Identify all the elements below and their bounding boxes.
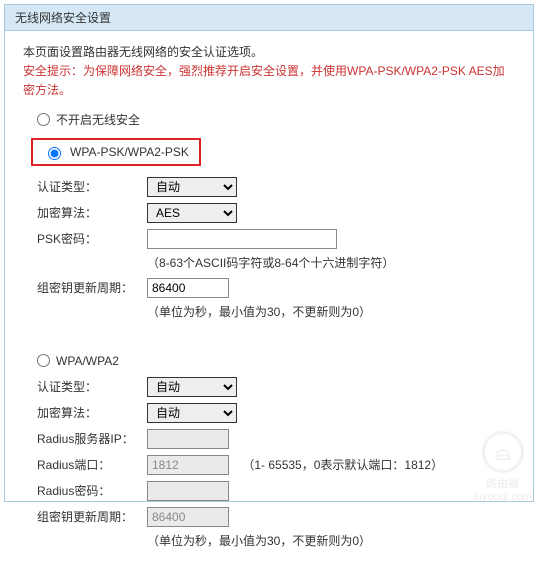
wpa-encrypt-select[interactable]: 自动 [147, 403, 237, 423]
wpa-encrypt-label: 加密算法： [37, 404, 147, 421]
radius-port-label: Radius端口： [37, 456, 147, 473]
psk-password-row: PSK密码： [37, 228, 515, 250]
radius-port-row: Radius端口： （1- 65535，0表示默认端口：1812） [37, 454, 515, 476]
radius-pwd-label: Radius密码： [37, 482, 147, 499]
radio-wpa-label: WPA/WPA2 [56, 354, 119, 368]
panel-title: 无线网络安全设置 [5, 5, 533, 31]
wpa-auth-row: 认证类型： 自动 [37, 376, 515, 398]
panel: 无线网络安全设置 本页面设置路由器无线网络的安全认证选项。 安全提示：为保障网络… [4, 4, 534, 502]
wpa-auth-select[interactable]: 自动 [147, 377, 237, 397]
psk-auth-label: 认证类型： [37, 178, 147, 195]
radio-wpa-psk-label: WPA-PSK/WPA2-PSK [70, 145, 189, 159]
psk-auth-select[interactable]: 自动 [147, 177, 237, 197]
radio-wpa-psk[interactable] [48, 147, 61, 160]
psk-encrypt-row: 加密算法： AES [37, 202, 515, 224]
radius-port-hint: （1- 65535，0表示默认端口：1812） [242, 458, 443, 472]
wpa-groupkey-row: 组密钥更新周期： [37, 506, 515, 528]
wpa-groupkey-label: 组密钥更新周期： [37, 508, 147, 525]
radio-wpa-psk-highlight: WPA-PSK/WPA2-PSK [31, 138, 201, 166]
radius-pwd-input[interactable] [147, 481, 229, 501]
radius-pwd-row: Radius密码： [37, 480, 515, 502]
psk-groupkey-row: 组密钥更新周期： [37, 277, 515, 299]
psk-password-hint: （8-63个ASCII码字符或8-64个十六进制字符） [147, 254, 515, 271]
radio-no-security-row: 不开启无线安全 [37, 111, 515, 128]
security-warning-text: 安全提示：为保障网络安全，强烈推荐开启安全设置，并使用WPA-PSK/WPA2-… [23, 62, 515, 100]
radio-wpa-row: WPA/WPA2 [37, 354, 515, 368]
radio-no-security[interactable] [37, 113, 50, 126]
radius-ip-input[interactable] [147, 429, 229, 449]
psk-groupkey-input[interactable] [147, 278, 229, 298]
panel-content: 本页面设置路由器无线网络的安全认证选项。 安全提示：为保障网络安全，强烈推荐开启… [5, 31, 533, 567]
wpa-auth-label: 认证类型： [37, 378, 147, 395]
wpa-groupkey-input[interactable] [147, 507, 229, 527]
psk-groupkey-hint: （单位为秒，最小值为30，不更新则为0） [147, 303, 515, 320]
radio-wpa[interactable] [37, 354, 50, 367]
psk-groupkey-label: 组密钥更新周期： [37, 279, 147, 296]
radius-port-input[interactable] [147, 455, 229, 475]
radius-ip-label: Radius服务器IP： [37, 430, 147, 447]
wpa-groupkey-hint: （单位为秒，最小值为30，不更新则为0） [147, 532, 515, 549]
psk-password-input[interactable] [147, 229, 337, 249]
wpa-encrypt-row: 加密算法： 自动 [37, 402, 515, 424]
psk-auth-row: 认证类型： 自动 [37, 176, 515, 198]
psk-password-label: PSK密码： [37, 230, 147, 247]
psk-encrypt-select[interactable]: AES [147, 203, 237, 223]
radius-ip-row: Radius服务器IP： [37, 428, 515, 450]
psk-encrypt-label: 加密算法： [37, 204, 147, 221]
radio-no-security-label: 不开启无线安全 [56, 111, 140, 128]
intro-text: 本页面设置路由器无线网络的安全认证选项。 [23, 43, 515, 62]
